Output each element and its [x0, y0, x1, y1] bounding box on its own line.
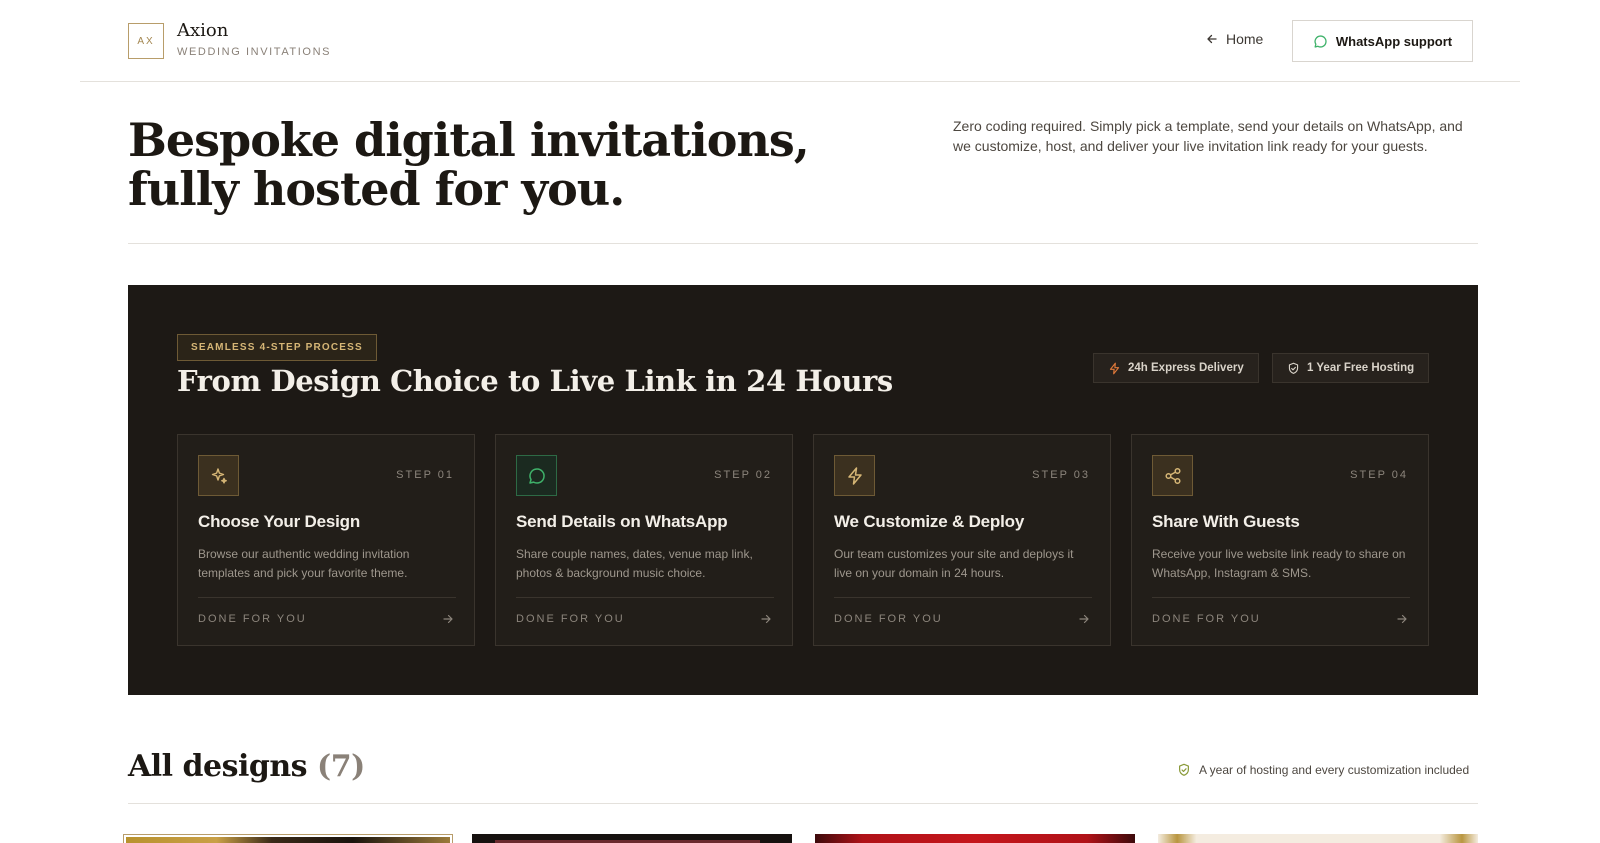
- process-section: SEAMLESS 4-STEP PROCESS From Design Choi…: [128, 285, 1478, 695]
- step-number: STEP 01: [396, 469, 454, 481]
- step-icon-box: [198, 455, 239, 496]
- sparkles-icon: [211, 467, 227, 484]
- design-thumbnail[interactable]: [1158, 834, 1478, 843]
- step-description: Receive your live website link ready to …: [1152, 547, 1406, 580]
- step-title: Share With Guests: [1152, 512, 1300, 531]
- brand-name[interactable]: Axion: [177, 20, 228, 41]
- shield-check-icon: [1288, 362, 1299, 374]
- step-description: Share couple names, dates, venue map lin…: [516, 547, 753, 580]
- home-link-label: Home: [1226, 31, 1264, 47]
- step-footer: DONE FOR YOU: [198, 613, 307, 625]
- chat-bubble-icon: [1314, 34, 1327, 48]
- hero-title: Bespoke digital invitations, fully hoste…: [128, 113, 810, 216]
- lightning-icon: [1109, 362, 1120, 374]
- perk-label: 24h Express Delivery: [1128, 362, 1244, 374]
- hosting-note: A year of hosting and every customizatio…: [1177, 763, 1469, 777]
- arrow-left-icon: [1207, 34, 1217, 44]
- step-number: STEP 02: [714, 469, 772, 481]
- step-number: STEP 03: [1032, 469, 1090, 481]
- step-card-send-details[interactable]: STEP 02 Send Details on WhatsApp Share c…: [495, 434, 793, 646]
- arrow-right-icon: [1397, 614, 1407, 624]
- process-title: From Design Choice to Live Link in 24 Ho…: [177, 364, 893, 398]
- step-footer: DONE FOR YOU: [1152, 613, 1261, 625]
- designs-title: All designs (7): [128, 749, 365, 784]
- step-icon-box: [516, 455, 557, 496]
- step-card-share-guests[interactable]: STEP 04 Share With Guests Receive your l…: [1131, 434, 1429, 646]
- designs-count: (7): [317, 749, 365, 784]
- design-thumbnail[interactable]: [815, 834, 1135, 843]
- lightning-icon: [847, 466, 862, 485]
- divider: [128, 803, 1478, 804]
- step-number: STEP 04: [1350, 469, 1408, 481]
- divider: [516, 597, 774, 598]
- step-description: Our team customizes your site and deploy…: [834, 547, 1074, 580]
- site-header: AX Axion WEDDING INVITATIONS Home WhatsA…: [80, 0, 1520, 82]
- home-link[interactable]: Home: [1206, 31, 1263, 47]
- hero-description: Zero coding required. Simply pick a temp…: [953, 118, 1463, 154]
- step-icon-box: [834, 455, 875, 496]
- share-icon: [1164, 467, 1181, 484]
- arrow-right-icon: [1079, 614, 1089, 624]
- divider: [834, 597, 1092, 598]
- shield-check-icon: [1179, 763, 1189, 776]
- whatsapp-support-button[interactable]: WhatsApp support: [1292, 20, 1473, 62]
- perk-free-hosting: 1 Year Free Hosting: [1272, 353, 1430, 383]
- step-title: We Customize & Deploy: [834, 512, 1025, 531]
- step-icon-box: [1152, 455, 1193, 496]
- arrow-right-icon: [443, 614, 453, 624]
- step-card-choose-design[interactable]: STEP 01 Choose Your Design Browse our au…: [177, 434, 475, 646]
- step-footer: DONE FOR YOU: [834, 613, 943, 625]
- process-badge: SEAMLESS 4-STEP PROCESS: [177, 334, 377, 361]
- divider: [198, 597, 456, 598]
- designs-title-text: All designs: [128, 749, 308, 784]
- chat-bubble-icon: [528, 467, 545, 484]
- step-title: Choose Your Design: [198, 512, 361, 531]
- process-steps: STEP 01 Choose Your Design Browse our au…: [177, 434, 1430, 646]
- step-description: Browse our authentic wedding invitation …: [198, 547, 410, 580]
- step-title: Send Details on WhatsApp: [516, 512, 728, 531]
- design-thumbnail[interactable]: [123, 834, 453, 843]
- perk-express-delivery: 24h Express Delivery: [1093, 353, 1259, 383]
- design-thumbnail[interactable]: [472, 834, 792, 843]
- divider: [1152, 597, 1410, 598]
- arrow-right-icon: [761, 614, 771, 624]
- whatsapp-support-label: WhatsApp support: [1335, 33, 1453, 49]
- design-thumbnail-image: [126, 837, 450, 843]
- logo-mark[interactable]: AX: [128, 23, 164, 59]
- divider: [128, 243, 1478, 244]
- brand-tagline: WEDDING INVITATIONS: [177, 46, 332, 58]
- step-card-customize-deploy[interactable]: STEP 03 We Customize & Deploy Our team c…: [813, 434, 1111, 646]
- step-footer: DONE FOR YOU: [516, 613, 625, 625]
- perk-label: 1 Year Free Hosting: [1307, 362, 1415, 374]
- hosting-note-label: A year of hosting and every customizatio…: [1199, 763, 1470, 777]
